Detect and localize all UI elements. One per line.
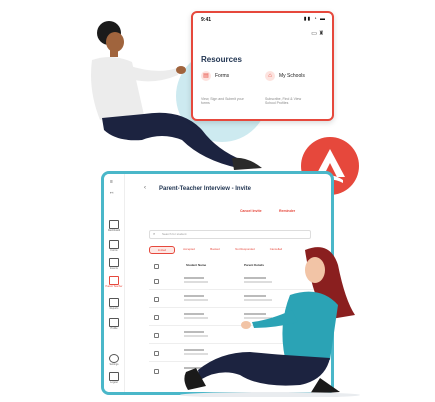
- phone-toolbar-icons[interactable]: ▭ ♜: [311, 30, 324, 37]
- phone-status-icons: ▮▮ ◔ ▬: [303, 16, 326, 22]
- menu-icon[interactable]: ≡: [110, 179, 113, 185]
- resource-label: Forms: [215, 73, 230, 79]
- row-checkbox[interactable]: [154, 351, 159, 356]
- row-checkbox[interactable]: [154, 333, 159, 338]
- calendar-icon[interactable]: [109, 258, 119, 267]
- collapse-icon[interactable]: ↤: [110, 190, 113, 195]
- sidebar-item-label: Settings: [109, 363, 119, 366]
- row-checkbox[interactable]: [154, 369, 159, 374]
- form-icon[interactable]: [109, 240, 119, 249]
- school-icon: ⌂: [265, 71, 275, 81]
- cancel-invite-link[interactable]: Cancel Invite: [240, 209, 262, 213]
- row-checkbox[interactable]: [154, 297, 159, 302]
- settings-icon[interactable]: [109, 354, 119, 363]
- tablet-sidebar: ≡ ↤ Dashboard Forms Events Parent Teache…: [104, 174, 125, 392]
- report-icon[interactable]: [109, 298, 119, 307]
- back-chevron-icon[interactable]: ‹: [144, 185, 146, 191]
- select-all-checkbox[interactable]: [154, 264, 159, 269]
- reminder-link[interactable]: Reminder: [279, 209, 295, 213]
- sidebar-item-label: Forms: [110, 249, 118, 252]
- woman-figure: [180, 247, 360, 398]
- row-checkbox[interactable]: [154, 279, 159, 284]
- dashboard-icon[interactable]: [109, 220, 119, 229]
- search-placeholder: Search for student: [162, 232, 187, 236]
- sidebar-item-label: Profile: [110, 327, 118, 330]
- search-input[interactable]: ⌕ Search for student: [149, 230, 311, 239]
- people-icon[interactable]: [109, 276, 119, 285]
- phone-mockup: 9:41 ▮▮ ◔ ▬ ▭ ♜ Resources ▤ Forms View, …: [191, 11, 334, 121]
- resource-item-my-schools[interactable]: ⌂ My Schools Subscribe, Find & View Scho…: [265, 71, 325, 111]
- sidebar-item-label: Logout: [110, 381, 118, 384]
- logout-icon[interactable]: [109, 372, 119, 381]
- woman-illustration: [160, 240, 360, 398]
- resource-description: View, Sign and Submit your forms: [201, 97, 244, 105]
- search-icon: ⌕: [153, 231, 156, 236]
- resources-title: Resources: [201, 55, 242, 64]
- resource-description: Subscribe, Find & View School Profiles: [265, 97, 302, 105]
- sidebar-item-label: Reports: [109, 307, 119, 310]
- person-icon[interactable]: [109, 318, 119, 327]
- phone-time: 9:41: [201, 17, 212, 23]
- sidebar-item-label: Events: [110, 267, 118, 270]
- sidebar-item-label: Dashboard: [107, 229, 121, 232]
- sidebar-item-label-active: Parent Teacher: [105, 285, 123, 288]
- resource-item-forms[interactable]: ▤ Forms View, Sign and Submit your forms: [201, 71, 261, 111]
- page-title: Parent-Teacher Interview - Invite: [159, 186, 251, 192]
- document-icon: ▤: [201, 71, 211, 81]
- row-checkbox[interactable]: [154, 315, 159, 320]
- resource-label: My Schools: [279, 73, 305, 79]
